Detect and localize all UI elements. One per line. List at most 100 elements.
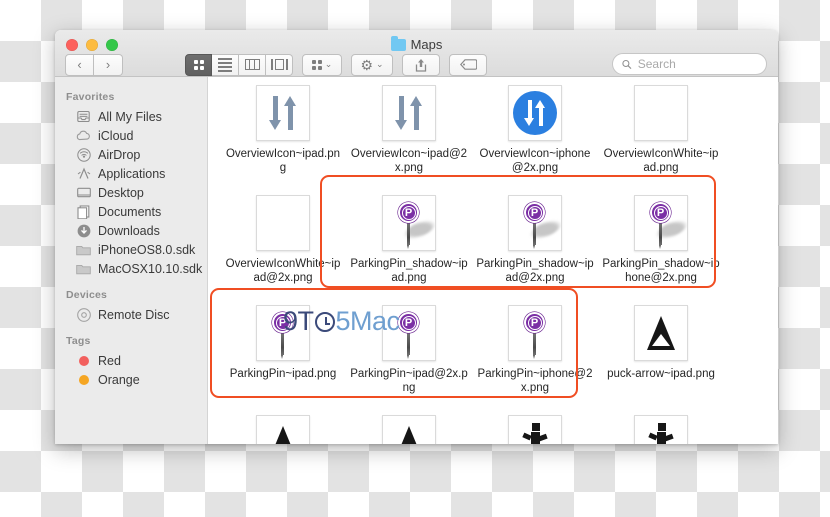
watermark-suffix: 5Mac <box>335 306 401 336</box>
sidebar-header-devices: Devices <box>66 289 108 301</box>
folder-icon <box>390 35 406 51</box>
chevron-down-icon: ⌄ <box>324 59 333 69</box>
navigation-button-group: ‹ › <box>65 53 123 76</box>
tag-dot-icon <box>76 373 91 387</box>
file-name: ParkingPin~ipad@2x.png <box>350 368 468 394</box>
file-thumbnail <box>634 305 688 361</box>
icloud-icon <box>76 129 91 143</box>
search-input[interactable] <box>637 57 757 71</box>
file-item[interactable]: OverviewIcon~iphone@2x.png <box>472 85 598 195</box>
file-item[interactable]: puck-arrow~ipad.png <box>598 305 724 415</box>
sidebar-item-airdrop[interactable]: AirDrop <box>55 145 207 164</box>
file-thumbnail <box>382 85 436 141</box>
view-mode-button-group <box>185 53 293 76</box>
tag-dot-icon <box>76 354 91 368</box>
file-item[interactable]: P ParkingPin_shadow~ipad.png <box>346 195 472 305</box>
toolbar: ‹ › ⌄ ⚙ ⌄ Search <box>55 52 778 77</box>
applications-icon <box>76 167 91 181</box>
action-menu-button[interactable]: ⚙ ⌄ <box>351 53 393 76</box>
tag-button[interactable] <box>449 53 487 76</box>
sidebar-item-macosx-sdk[interactable]: MacOSX10.10.sdk <box>55 259 207 278</box>
file-name: puck-arrow~ipad.png <box>607 368 715 380</box>
window-body: Favorites All My Files iCloud AirDrop Ap… <box>55 77 778 444</box>
search-field[interactable] <box>612 53 767 75</box>
file-item[interactable] <box>472 415 598 444</box>
puck-arrow-icon <box>647 316 675 350</box>
sidebar-item-tag-red[interactable]: Red <box>55 351 207 370</box>
sidebar-item-all-my-files[interactable]: All My Files <box>55 107 207 126</box>
file-item[interactable] <box>598 415 724 444</box>
file-grid-view[interactable]: OverviewIcon~ipad.png OverviewIcon~ipad@… <box>208 77 778 444</box>
sidebar[interactable]: Favorites All My Files iCloud AirDrop Ap… <box>55 77 208 444</box>
sidebar-item-label: Orange <box>98 372 140 387</box>
column-view-button[interactable] <box>239 53 266 76</box>
file-name: ParkingPin~ipad.png <box>229 368 337 380</box>
file-item[interactable] <box>346 415 472 444</box>
puck-arrow-icon <box>269 426 297 444</box>
window-titlebar: Maps ‹ › ⌄ ⚙ ⌄ Search <box>55 30 778 77</box>
file-thumbnail: P <box>634 195 688 251</box>
sidebar-header-tags: Tags <box>66 335 91 347</box>
file-item[interactable]: P ParkingPin_shadow~iphone@2x.png <box>598 195 724 305</box>
sidebar-item-label: iCloud <box>98 128 134 143</box>
chevron-down-icon-2: ⌄ <box>376 59 384 69</box>
icon-view-button[interactable] <box>185 53 212 76</box>
parking-pin-icon: P <box>513 310 557 359</box>
sidebar-item-desktop[interactable]: Desktop <box>55 183 207 202</box>
sidebar-item-label: Downloads <box>98 223 160 238</box>
arrange-by-button[interactable]: ⌄ <box>302 53 342 76</box>
sidebar-item-tag-orange[interactable]: Orange <box>55 370 207 389</box>
folder-icon <box>76 262 91 276</box>
file-thumbnail <box>382 415 436 444</box>
sidebar-item-label: Desktop <box>98 185 144 200</box>
file-thumbnail <box>508 85 562 141</box>
sidebar-item-label: AirDrop <box>98 147 141 162</box>
file-item[interactable]: P ParkingPin_shadow~ipad@2x.png <box>472 195 598 305</box>
coverflow-icon <box>270 59 288 70</box>
folder-icon <box>76 243 91 257</box>
sidebar-item-label: All My Files <box>98 109 162 124</box>
file-item[interactable]: OverviewIcon~ipad@2x.png <box>346 85 472 195</box>
sidebar-item-iphoneos-sdk[interactable]: iPhoneOS8.0.sdk <box>55 240 207 259</box>
walking-person-icon <box>647 423 675 444</box>
all-my-files-icon <box>76 110 91 124</box>
sidebar-item-applications[interactable]: Applications <box>55 164 207 183</box>
file-thumbnail <box>256 195 310 251</box>
coverflow-view-button[interactable] <box>266 53 293 76</box>
sidebar-item-label: iPhoneOS8.0.sdk <box>98 242 196 257</box>
gear-icon: ⚙ <box>360 56 373 73</box>
file-item[interactable]: OverviewIconWhite~ipad.png <box>598 85 724 195</box>
finder-window: Maps ‹ › ⌄ ⚙ ⌄ Search Favorites All My F… <box>55 30 778 444</box>
file-item[interactable]: OverviewIconWhite~ipad@2x.png <box>220 195 346 305</box>
file-thumbnail: P <box>508 195 562 251</box>
sidebar-item-documents[interactable]: Documents <box>55 202 207 221</box>
file-item[interactable]: OverviewIcon~ipad.png <box>220 85 346 195</box>
sidebar-item-label: Applications <box>98 166 166 181</box>
parking-pin-shadow-icon: P <box>639 200 687 249</box>
columns-icon <box>244 59 260 70</box>
file-item[interactable]: P ParkingPin~iphone@2x.png <box>472 305 598 415</box>
back-button[interactable]: ‹ <box>65 53 94 76</box>
file-name: OverviewIcon~ipad@2x.png <box>350 148 468 174</box>
file-thumbnail <box>256 415 310 444</box>
sidebar-item-downloads[interactable]: Downloads <box>55 221 207 240</box>
tag-icon <box>459 59 477 70</box>
file-name: ParkingPin~iphone@2x.png <box>477 368 593 394</box>
list-view-button[interactable] <box>212 53 239 76</box>
window-title: Maps <box>55 35 778 52</box>
file-name: OverviewIcon~iphone@2x.png <box>479 148 591 174</box>
share-button[interactable] <box>402 53 440 76</box>
sidebar-item-icloud[interactable]: iCloud <box>55 126 207 145</box>
file-thumbnail <box>256 85 310 141</box>
forward-button[interactable]: › <box>94 53 123 76</box>
file-item[interactable] <box>220 415 346 444</box>
watermark-9to5mac: 9T 5Mac <box>283 306 400 337</box>
downloads-icon <box>76 224 91 238</box>
watermark-prefix: 9T <box>283 306 314 336</box>
sidebar-item-label: MacOSX10.10.sdk <box>98 261 203 276</box>
window-title-text: Maps <box>410 37 443 52</box>
file-thumbnail <box>634 85 688 141</box>
file-thumbnail <box>634 415 688 444</box>
sidebar-item-remote-disc[interactable]: Remote Disc <box>55 305 207 324</box>
parking-pin-shadow-icon: P <box>513 200 561 249</box>
